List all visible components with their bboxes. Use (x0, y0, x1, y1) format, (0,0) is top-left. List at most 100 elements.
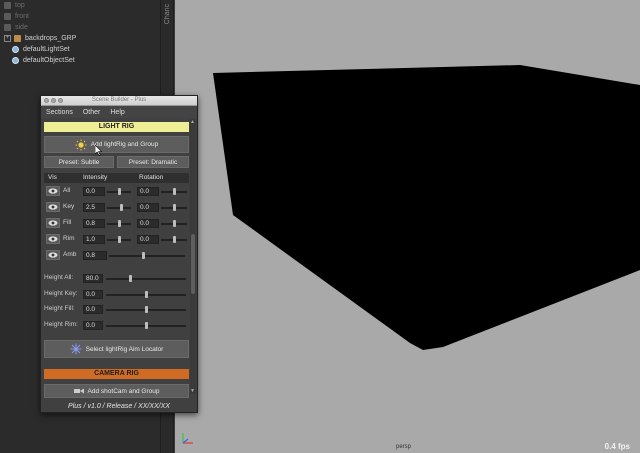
outliner-item-backdrops[interactable]: backdrops_GRP (14, 33, 76, 44)
height-fill-knob[interactable] (145, 306, 148, 313)
viewport-persp[interactable]: persp 0.4 fps (175, 0, 640, 453)
menu-help[interactable]: Help (110, 109, 124, 116)
all-visibility-toggle[interactable] (46, 186, 60, 196)
key-rotation-field[interactable]: 0.0 (137, 203, 159, 212)
add-shotcam-button[interactable]: Add shotCam and Group (44, 384, 189, 398)
menu-other[interactable]: Other (83, 109, 101, 116)
panel-scrollbar[interactable]: ▲ ▼ (190, 119, 196, 394)
col-intensity: Intensity (83, 174, 108, 181)
rim-intensity-field[interactable]: 1.0 (83, 235, 105, 244)
eye-icon (48, 220, 58, 226)
add-shotcam-label: Add shotCam and Group (87, 387, 160, 395)
camera-icon (4, 2, 11, 9)
axis-gizmo-icon (182, 433, 193, 444)
rim-label: Rim (63, 235, 75, 242)
height-rim-knob[interactable] (145, 322, 148, 329)
fill-rotation-knob[interactable] (173, 220, 176, 227)
all-intensity-field[interactable]: 0.0 (83, 187, 105, 196)
locator-star-icon (70, 343, 82, 355)
outliner-item-top[interactable]: top (4, 0, 25, 11)
group-icon (14, 35, 21, 42)
fill-label: Fill (63, 219, 72, 226)
outliner-item-label: defaultObjectSet (23, 57, 75, 64)
height-key-label: Height Key: (44, 290, 78, 297)
all-rotation-knob[interactable] (173, 188, 176, 195)
key-intensity-field[interactable]: 2.5 (83, 203, 105, 212)
key-intensity-slider[interactable] (107, 207, 131, 209)
camera-icon (4, 24, 11, 31)
mouse-cursor-icon (95, 145, 103, 156)
camera-icon (73, 388, 84, 394)
outliner-item-label: defaultLightSet (23, 46, 70, 53)
sun-icon (75, 139, 87, 150)
key-intensity-knob[interactable] (120, 204, 123, 211)
camera-rig-header[interactable]: CAMERA RIG (44, 369, 189, 379)
key-rotation-knob[interactable] (173, 204, 176, 211)
select-aim-locator-label: Select lightRig Aim Locator (85, 345, 164, 353)
menu-bar: Sections Other Help (41, 106, 197, 118)
amb-intensity-field[interactable]: 0.8 (83, 251, 107, 260)
channel-box-tab[interactable]: Chanc (164, 4, 171, 24)
height-all-slider[interactable] (106, 278, 186, 280)
eye-icon (48, 252, 58, 258)
col-vis: Vis (48, 174, 57, 181)
height-all-field[interactable]: 80.0 (83, 274, 103, 283)
select-aim-locator-button[interactable]: Select lightRig Aim Locator (44, 340, 189, 358)
outliner-item-default-object-set[interactable]: defaultObjectSet (12, 55, 75, 66)
light-rig-header[interactable]: LIGHT RIG (44, 122, 189, 132)
preset-dramatic-button[interactable]: Preset: Dramatic (117, 156, 189, 168)
rim-intensity-knob[interactable] (118, 236, 121, 243)
all-rotation-field[interactable]: 0.0 (137, 187, 159, 196)
amb-label: Amb (63, 251, 77, 258)
add-lightrig-button[interactable]: Add lightRig and Group (44, 136, 189, 153)
eye-icon (48, 188, 58, 194)
amb-slider-knob[interactable] (142, 252, 145, 259)
window-titlebar[interactable]: Scene Builder - Plus (41, 96, 197, 106)
height-key-field[interactable]: 0.0 (83, 290, 103, 299)
height-rim-label: Height Rim: (44, 321, 78, 328)
height-all-knob[interactable] (129, 275, 132, 282)
all-label: All (63, 187, 71, 194)
scroll-down-arrow-icon[interactable]: ▼ (190, 388, 195, 394)
expand-toggle[interactable]: + (4, 35, 11, 42)
amb-visibility-toggle[interactable] (46, 250, 60, 260)
eye-icon (48, 236, 58, 242)
outliner-item-side[interactable]: side (4, 22, 28, 33)
rim-rotation-knob[interactable] (173, 236, 176, 243)
outliner-item-label: top (15, 2, 25, 9)
col-rotation: Rotation (139, 174, 164, 181)
height-fill-field[interactable]: 0.0 (83, 305, 103, 314)
set-icon (12, 57, 19, 64)
height-key-knob[interactable] (145, 291, 148, 298)
outliner-item-default-light-set[interactable]: defaultLightSet (12, 44, 70, 55)
scene-builder-window: Scene Builder - Plus Sections Other Help… (40, 95, 198, 413)
height-rim-field[interactable]: 0.0 (83, 321, 103, 330)
light-table-header: Vis Intensity Rotation (44, 173, 189, 183)
scroll-thumb[interactable] (191, 234, 195, 294)
fill-intensity-knob[interactable] (118, 220, 121, 227)
black-backdrop-shape (213, 65, 640, 350)
fill-intensity-field[interactable]: 0.8 (83, 219, 105, 228)
height-fill-label: Height Fill: (44, 305, 75, 312)
outliner-item-label: side (15, 24, 28, 31)
scroll-up-arrow-icon[interactable]: ▲ (190, 119, 195, 125)
set-icon (12, 46, 19, 53)
outliner-item-front[interactable]: front (4, 11, 29, 22)
fill-visibility-toggle[interactable] (46, 218, 60, 228)
outliner-item-label: backdrops_GRP (25, 35, 77, 42)
menu-sections[interactable]: Sections (46, 109, 73, 116)
amb-intensity-slider[interactable] (109, 255, 185, 257)
height-all-label: Height All: (44, 274, 74, 281)
outliner-item-label: front (15, 13, 30, 20)
fill-rotation-field[interactable]: 0.0 (137, 219, 159, 228)
all-intensity-knob[interactable] (118, 188, 121, 195)
window-title: Scene Builder - Plus (91, 97, 147, 103)
version-footer: Plus / v1.0 / Release / XX/XX/XX (68, 403, 170, 410)
preset-subtle-button[interactable]: Preset: Subtle (44, 156, 114, 168)
camera-icon (4, 13, 11, 20)
eye-icon (48, 204, 58, 210)
rim-visibility-toggle[interactable] (46, 234, 60, 244)
key-visibility-toggle[interactable] (46, 202, 60, 212)
key-label: Key (63, 203, 75, 210)
rim-rotation-field[interactable]: 0.0 (137, 235, 159, 244)
